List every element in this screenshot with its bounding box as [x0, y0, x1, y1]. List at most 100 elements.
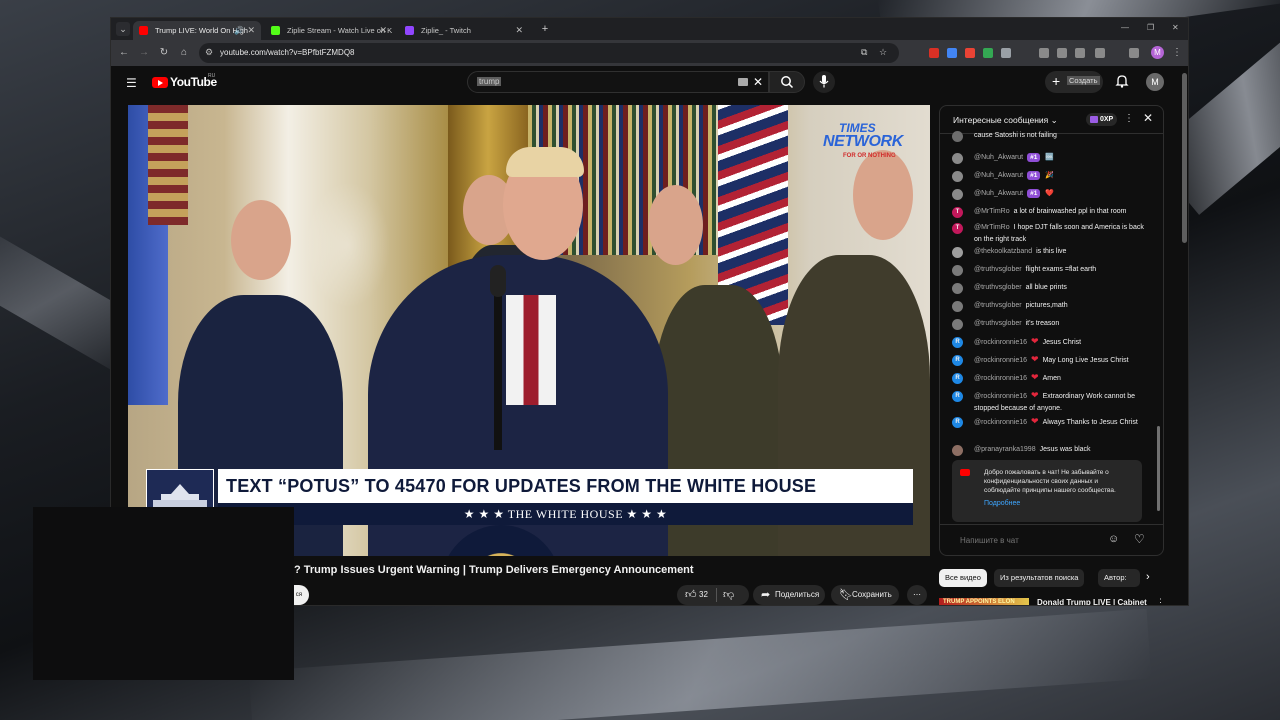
- chat-author[interactable]: @rockinronnie16: [974, 393, 1027, 400]
- chat-avatar[interactable]: [952, 283, 963, 294]
- tab-youtube[interactable]: Trump LIVE: World On High 🔊 ✕: [133, 21, 261, 40]
- keyboard-icon[interactable]: [738, 78, 748, 86]
- chat-author[interactable]: @truthvsglober: [974, 266, 1022, 273]
- search-query[interactable]: trump: [477, 77, 502, 86]
- tab-search-button[interactable]: ⌄: [116, 22, 130, 36]
- chat-avatar[interactable]: [952, 247, 963, 258]
- chat-avatar[interactable]: [952, 445, 963, 456]
- chat-avatar[interactable]: R: [952, 373, 963, 384]
- chip-from-search[interactable]: Из результатов поиска: [994, 569, 1085, 587]
- tab-ziplie-stream[interactable]: Ziplie Stream - Watch Live on K ✕: [265, 21, 393, 40]
- back-icon[interactable]: ←: [118, 47, 130, 59]
- install-app-icon[interactable]: ⧉: [861, 47, 867, 58]
- chat-author[interactable]: @pranayranka1998: [974, 446, 1036, 453]
- tab-twitch[interactable]: Ziplie_ - Twitch ✕: [399, 21, 529, 40]
- browser-menu-icon[interactable]: ⋮: [1171, 47, 1183, 59]
- chat-avatar[interactable]: R: [952, 391, 963, 402]
- chat-author[interactable]: @truthvsglober: [974, 320, 1022, 327]
- like-icon[interactable]: 👍︎: [685, 585, 697, 605]
- xp-badge[interactable]: 0XP: [1086, 113, 1118, 126]
- save-button[interactable]: 🔖︎ Сохранить: [831, 585, 899, 605]
- youtube-logo-icon[interactable]: [152, 77, 168, 88]
- chat-author[interactable]: @truthvsglober: [974, 284, 1022, 291]
- chat-menu-icon[interactable]: ⋮: [1124, 113, 1134, 124]
- chat-avatar[interactable]: R: [952, 355, 963, 366]
- chat-author[interactable]: @rockinronnie16: [974, 339, 1027, 346]
- chat-author[interactable]: @rockinronnie16: [974, 375, 1027, 382]
- new-tab-button[interactable]: +: [538, 22, 552, 36]
- downloads-icon[interactable]: [1129, 48, 1139, 58]
- chat-close-icon[interactable]: ✕: [1143, 111, 1153, 125]
- reload-icon[interactable]: ↻: [158, 47, 170, 59]
- chevron-right-icon[interactable]: ›: [1146, 571, 1150, 583]
- forward-icon[interactable]: →: [138, 47, 150, 59]
- extension-icon[interactable]: [983, 48, 993, 58]
- dislike-icon[interactable]: 👎︎: [723, 585, 734, 605]
- bookmark-star-icon[interactable]: ☆: [879, 47, 887, 58]
- chip-author[interactable]: Автор:: [1098, 569, 1140, 587]
- chat-author[interactable]: @rockinronnie16: [974, 419, 1027, 426]
- page-scrollbar[interactable]: [1182, 73, 1187, 243]
- translate-icon[interactable]: [1075, 48, 1085, 58]
- chat-avatar[interactable]: [952, 131, 963, 142]
- chat-author[interactable]: @Nuh_Akwarut: [974, 172, 1023, 179]
- extension-icon[interactable]: [947, 48, 957, 58]
- related-video-thumbnail[interactable]: TRUMP APPOINTS ELON: [939, 598, 1029, 605]
- search-input[interactable]: trump ✕: [467, 71, 769, 93]
- menu-icon[interactable]: ☰: [126, 77, 138, 89]
- emoji-icon[interactable]: ☺: [1108, 533, 1119, 545]
- chat-avatar[interactable]: [952, 319, 963, 330]
- maximize-icon[interactable]: ❐: [1147, 23, 1154, 32]
- url-text[interactable]: youtube.com/watch?v=BPfbtFZMDQ8: [220, 43, 355, 63]
- profile-avatar[interactable]: M: [1151, 46, 1164, 59]
- related-video-title[interactable]: Donald Trump LIVE | Cabinet: [1037, 598, 1147, 605]
- address-bar[interactable]: ⚙ youtube.com/watch?v=BPfbtFZMDQ8 ☆ ⧉: [199, 43, 899, 63]
- chat-avatar[interactable]: [952, 171, 963, 182]
- extension-icon[interactable]: [929, 48, 939, 58]
- clear-search-icon[interactable]: ✕: [753, 75, 763, 89]
- reading-list-icon[interactable]: [1039, 48, 1049, 58]
- chip-all-videos[interactable]: Все видео: [939, 569, 987, 587]
- chat-avatar[interactable]: [952, 265, 963, 276]
- chat-input[interactable]: [952, 531, 1102, 551]
- chat-avatar[interactable]: [952, 301, 963, 312]
- share-button[interactable]: ➦ Поделиться: [753, 585, 825, 605]
- audio-icon[interactable]: 🔊: [234, 21, 244, 40]
- tab-close-icon[interactable]: ✕: [247, 21, 255, 40]
- video-player[interactable]: TIMES NETWORK FOR OR NOTHING TEXT “POTUS…: [128, 105, 930, 556]
- chat-avatar[interactable]: [952, 153, 963, 164]
- chat-author[interactable]: @thekoolkatzband: [974, 248, 1032, 255]
- chat-author[interactable]: @Nuh_Akwarut: [974, 154, 1023, 161]
- minimize-icon[interactable]: —: [1121, 23, 1129, 32]
- extension-icon[interactable]: [965, 48, 975, 58]
- related-more-icon[interactable]: ⋮: [1156, 597, 1165, 605]
- heart-reaction-icon[interactable]: ♡: [1134, 532, 1145, 546]
- notifications-bell-icon[interactable]: [1115, 74, 1129, 88]
- tab-close-icon[interactable]: ✕: [379, 21, 387, 40]
- extensions-puzzle-icon[interactable]: [1001, 48, 1011, 58]
- cast-icon[interactable]: [1095, 48, 1105, 58]
- chat-author[interactable]: @rockinronnie16: [974, 357, 1027, 364]
- chat-mode-dropdown[interactable]: Интересные сообщения ⌄: [953, 115, 1058, 126]
- tab-close-icon[interactable]: ✕: [515, 21, 523, 40]
- close-window-icon[interactable]: ✕: [1172, 23, 1179, 32]
- chat-avatar[interactable]: [952, 189, 963, 200]
- chat-author[interactable]: @MrTimRo: [974, 224, 1010, 231]
- learn-more-link[interactable]: Подробнее: [984, 500, 1020, 507]
- site-info-icon[interactable]: ⚙: [205, 47, 213, 58]
- chat-author[interactable]: @truthvsglober: [974, 302, 1022, 309]
- like-count[interactable]: 32: [699, 585, 708, 605]
- more-actions-button[interactable]: ⋯: [907, 585, 927, 605]
- voice-search-button[interactable]: [813, 71, 835, 93]
- chat-avatar[interactable]: R: [952, 417, 963, 428]
- account-avatar[interactable]: M: [1146, 73, 1164, 91]
- chat-scrollbar[interactable]: [1157, 426, 1160, 511]
- chat-author[interactable]: @MrTimRo: [974, 208, 1010, 215]
- bookmarks-icon[interactable]: [1057, 48, 1067, 58]
- chat-avatar[interactable]: T: [952, 223, 963, 234]
- chat-avatar[interactable]: T: [952, 207, 963, 218]
- home-icon[interactable]: ⌂: [178, 47, 190, 59]
- chat-author[interactable]: @Nuh_Akwarut: [974, 190, 1023, 197]
- search-button[interactable]: [769, 71, 805, 93]
- create-button[interactable]: + Создать: [1045, 71, 1103, 93]
